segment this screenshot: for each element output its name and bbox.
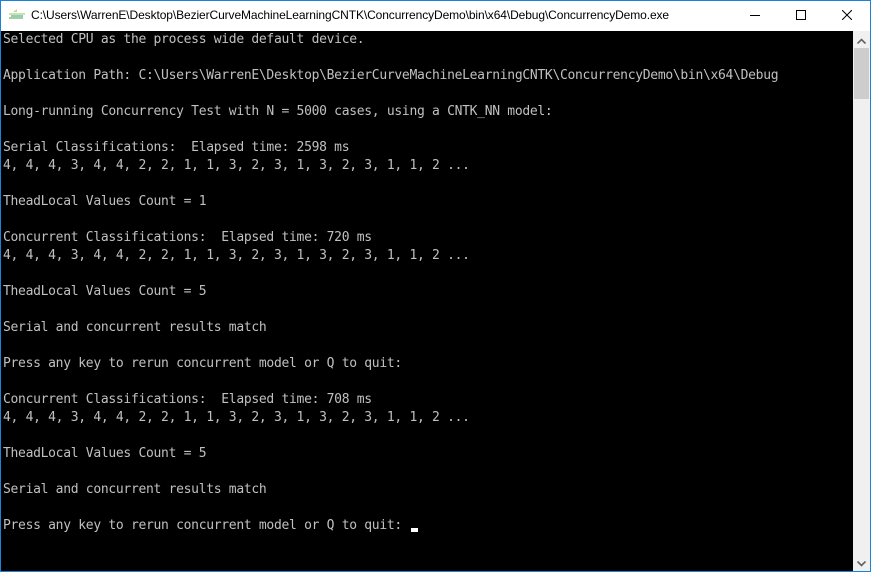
console-line: 4, 4, 4, 3, 4, 4, 2, 2, 1, 1, 3, 2, 3, 1… — [3, 409, 778, 427]
scrollbar-thumb[interactable] — [854, 48, 869, 99]
maximize-icon — [796, 7, 806, 25]
text-cursor — [411, 528, 419, 532]
vertical-scrollbar[interactable] — [853, 31, 870, 571]
title-bar[interactable]: C:\Users\WarrenE\Desktop\BezierCurveMach… — [1, 0, 870, 31]
console-line-text: Selected CPU as the process wide default… — [3, 32, 365, 47]
maximize-button[interactable] — [778, 1, 824, 31]
close-button[interactable] — [824, 1, 870, 31]
console-line-text: TheadLocal Values Count = 5 — [3, 446, 207, 461]
close-icon — [841, 7, 853, 25]
console-line: Selected CPU as the process wide default… — [3, 31, 778, 49]
console-text: Selected CPU as the process wide default… — [3, 31, 779, 535]
console-window: C:\Users\WarrenE\Desktop\BezierCurveMach… — [0, 0, 871, 572]
scroll-up-button[interactable] — [853, 31, 870, 48]
console-line: TheadLocal Values Count = 5 — [3, 445, 778, 463]
console-line-text: Press any key to rerun concurrent model … — [3, 518, 410, 533]
console-output[interactable]: Selected CPU as the process wide default… — [1, 31, 853, 571]
console-line: Concurrent Classifications: Elapsed time… — [3, 229, 778, 247]
console-line-text: TheadLocal Values Count = 5 — [3, 284, 207, 299]
minimize-icon — [750, 7, 760, 25]
console-line-text: Concurrent Classifications: Elapsed time… — [3, 392, 372, 407]
console-line: Application Path: C:\Users\WarrenE\Deskt… — [3, 67, 779, 85]
console-line-text: 4, 4, 4, 3, 4, 4, 2, 2, 1, 1, 3, 2, 3, 1… — [3, 158, 470, 173]
console-line: Serial and concurrent results match — [3, 319, 778, 337]
console-line: Serial Classifications: Elapsed time: 25… — [3, 139, 778, 157]
console-line-text: Serial Classifications: Elapsed time: 25… — [3, 140, 350, 155]
console-line-text: Press any key to rerun concurrent model … — [3, 356, 402, 371]
console-line: Serial and concurrent results match — [3, 481, 778, 499]
console-line-text: Long-running Concurrency Test with N = 5… — [3, 104, 553, 119]
console-line: TheadLocal Values Count = 5 — [3, 283, 778, 301]
console-line: Press any key to rerun concurrent model … — [3, 517, 778, 535]
console-line: Long-running Concurrency Test with N = 5… — [3, 103, 778, 121]
chevron-down-icon — [856, 554, 867, 572]
minimize-button[interactable] — [732, 1, 778, 31]
console-app-icon[interactable] — [9, 9, 25, 23]
console-line: 4, 4, 4, 3, 4, 4, 2, 2, 1, 1, 3, 2, 3, 1… — [3, 247, 778, 265]
console-line-text: Concurrent Classifications: Elapsed time… — [3, 230, 372, 245]
console-line: 4, 4, 4, 3, 4, 4, 2, 2, 1, 1, 3, 2, 3, 1… — [3, 157, 778, 175]
console-line: Press any key to rerun concurrent model … — [3, 355, 778, 373]
chevron-up-icon — [856, 31, 867, 49]
window-title: C:\Users\WarrenE\Desktop\BezierCurveMach… — [31, 8, 669, 22]
console-line-text: TheadLocal Values Count = 1 — [3, 194, 207, 209]
console-line-text: 4, 4, 4, 3, 4, 4, 2, 2, 1, 1, 3, 2, 3, 1… — [3, 410, 470, 425]
console-line-text: Serial and concurrent results match — [3, 320, 267, 335]
scroll-down-button[interactable] — [853, 554, 870, 571]
console-line-text: Serial and concurrent results match — [3, 482, 267, 497]
console-line-text: Application Path: C:\Users\WarrenE\Deskt… — [3, 68, 779, 83]
console-line: Concurrent Classifications: Elapsed time… — [3, 391, 778, 409]
console-line-text: 4, 4, 4, 3, 4, 4, 2, 2, 1, 1, 3, 2, 3, 1… — [3, 248, 470, 263]
console-line: TheadLocal Values Count = 1 — [3, 193, 778, 211]
